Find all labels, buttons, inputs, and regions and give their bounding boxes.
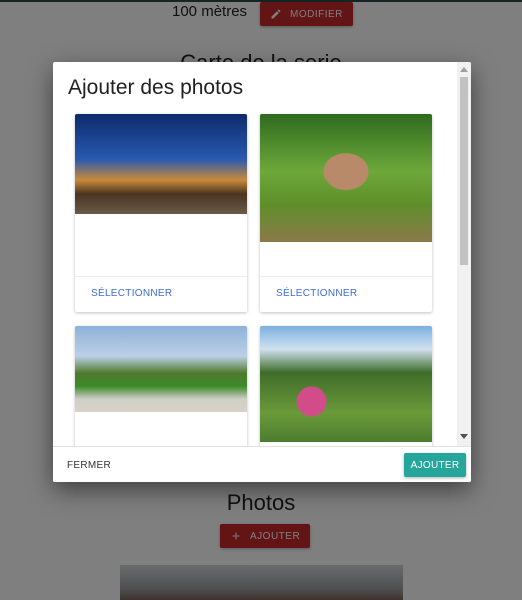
photo-thumbnail <box>75 326 247 412</box>
scroll-down-arrow-icon[interactable] <box>460 434 468 439</box>
scrollbar-thumb[interactable] <box>460 77 468 265</box>
modal-title: Ajouter des photos <box>68 76 244 99</box>
card-action: SÉLECTIONNER <box>75 276 247 312</box>
photo-card: SÉLECTIONNER <box>75 114 247 312</box>
select-link[interactable]: SÉLECTIONNER <box>91 288 172 299</box>
photo-card: SÉLECTIONNER <box>260 114 432 312</box>
scroll-up-arrow-icon[interactable] <box>460 67 468 72</box>
card-action: SÉLECTIONNER <box>260 276 432 312</box>
modal-scrollbar[interactable] <box>457 62 471 446</box>
modal-footer: FERMER AJOUTER <box>53 446 471 482</box>
confirm-add-button[interactable]: AJOUTER <box>404 453 466 477</box>
select-link[interactable]: SÉLECTIONNER <box>276 288 357 299</box>
photo-card <box>75 326 247 446</box>
add-photos-modal: Ajouter des photos SÉLECTIONNER SÉLECTIO… <box>53 62 471 482</box>
photo-thumbnail <box>260 326 432 442</box>
close-button[interactable]: FERMER <box>67 460 111 471</box>
modal-body: SÉLECTIONNER SÉLECTIONNER <box>53 112 457 446</box>
photo-card <box>260 326 432 446</box>
photo-thumbnail <box>75 114 247 214</box>
photo-thumbnail <box>260 114 432 242</box>
